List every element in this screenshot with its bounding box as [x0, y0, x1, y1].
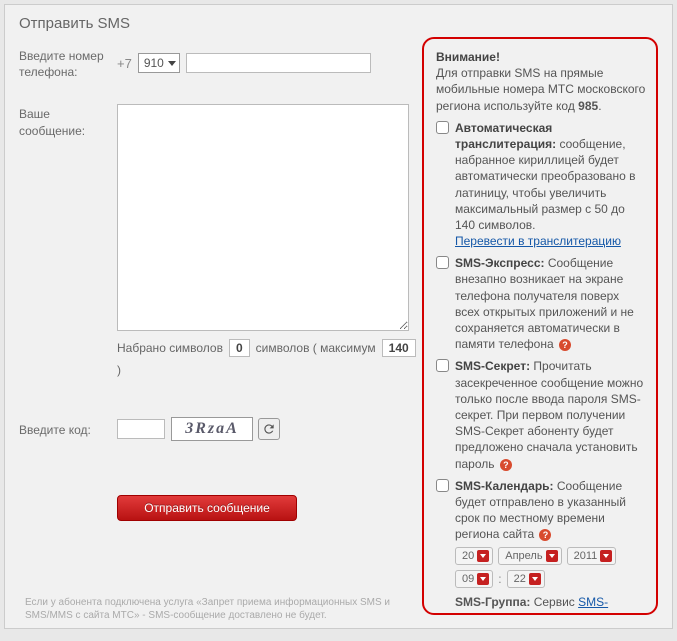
- chevron-down-icon: [477, 550, 489, 562]
- captcha-input[interactable]: [117, 419, 165, 439]
- footnote: Если у абонента подключена услуга «Запре…: [25, 596, 422, 622]
- max-count: 140: [382, 339, 416, 357]
- mid-label: символов ( максимум: [256, 341, 376, 355]
- warn-text: Для отправки SMS на прямые мобильные ном…: [436, 66, 645, 112]
- phone-code-value: 910: [144, 56, 164, 70]
- chevron-down-icon: [600, 550, 612, 562]
- send-button[interactable]: Отправить сообщение: [117, 495, 297, 521]
- year-value: 2011: [574, 550, 598, 562]
- page-title: Отправить SMS: [19, 15, 658, 32]
- opt-secret-title: SMS-Секрет:: [455, 359, 530, 373]
- refresh-icon: [262, 422, 276, 436]
- day-select[interactable]: 20: [455, 547, 493, 565]
- month-select[interactable]: Апрель: [498, 547, 561, 565]
- help-icon[interactable]: ?: [539, 529, 551, 541]
- message-label: Ваше сообщение:: [19, 104, 117, 331]
- month-value: Апрель: [505, 550, 542, 562]
- chevron-down-icon: [529, 573, 541, 585]
- warn-code: 985: [578, 99, 598, 113]
- opt-express-text: Сообщение внезапно возникает на экране т…: [455, 256, 634, 351]
- warn-title: Внимание!: [436, 50, 500, 64]
- opt-calendar-title: SMS-Календарь:: [455, 479, 554, 493]
- captcha-image: 3RzaA: [171, 417, 253, 441]
- info-panel: Внимание! Для отправки SMS на прямые моб…: [422, 37, 658, 615]
- checkbox-calendar[interactable]: [436, 479, 449, 492]
- checkbox-secret[interactable]: [436, 359, 449, 372]
- group-pre: Сервис: [530, 595, 578, 609]
- group-title: SMS-Группа:: [455, 595, 530, 609]
- chevron-down-icon: [168, 61, 176, 66]
- checkbox-express[interactable]: [436, 256, 449, 269]
- checkbox-translit[interactable]: [436, 121, 449, 134]
- opt-express-title: SMS-Экспресс:: [455, 256, 545, 270]
- day-value: 20: [462, 550, 474, 562]
- typed-label: Набрано символов: [117, 341, 223, 355]
- hour-value: 09: [462, 573, 474, 585]
- captcha-label: Введите код:: [19, 420, 117, 438]
- phone-prefix: +7: [117, 56, 132, 71]
- phone-label: Введите номер телефона:: [19, 46, 117, 80]
- help-icon[interactable]: ?: [500, 459, 512, 471]
- captcha-refresh-button[interactable]: [258, 418, 280, 440]
- message-textarea[interactable]: [117, 104, 409, 331]
- translit-link[interactable]: Перевести в транслитерацию: [455, 234, 621, 248]
- year-select[interactable]: 2011: [567, 547, 617, 565]
- opt-translit-text: сообщение, набранное кириллицей будет ав…: [455, 137, 635, 232]
- phone-number-input[interactable]: [186, 53, 371, 73]
- opt-secret-text: Прочитать засекреченное сообщение можно …: [455, 359, 643, 470]
- phone-code-select[interactable]: 910: [138, 53, 180, 73]
- minute-value: 22: [514, 573, 526, 585]
- chevron-down-icon: [477, 573, 489, 585]
- time-separator: :: [498, 572, 501, 586]
- opt-translit-title: Автоматическая транслитерация:: [455, 121, 556, 151]
- hour-select[interactable]: 09: [455, 570, 493, 588]
- chevron-down-icon: [546, 550, 558, 562]
- end-label: ): [117, 363, 121, 377]
- minute-select[interactable]: 22: [507, 570, 545, 588]
- help-icon[interactable]: ?: [559, 339, 571, 351]
- typed-count: 0: [229, 339, 250, 357]
